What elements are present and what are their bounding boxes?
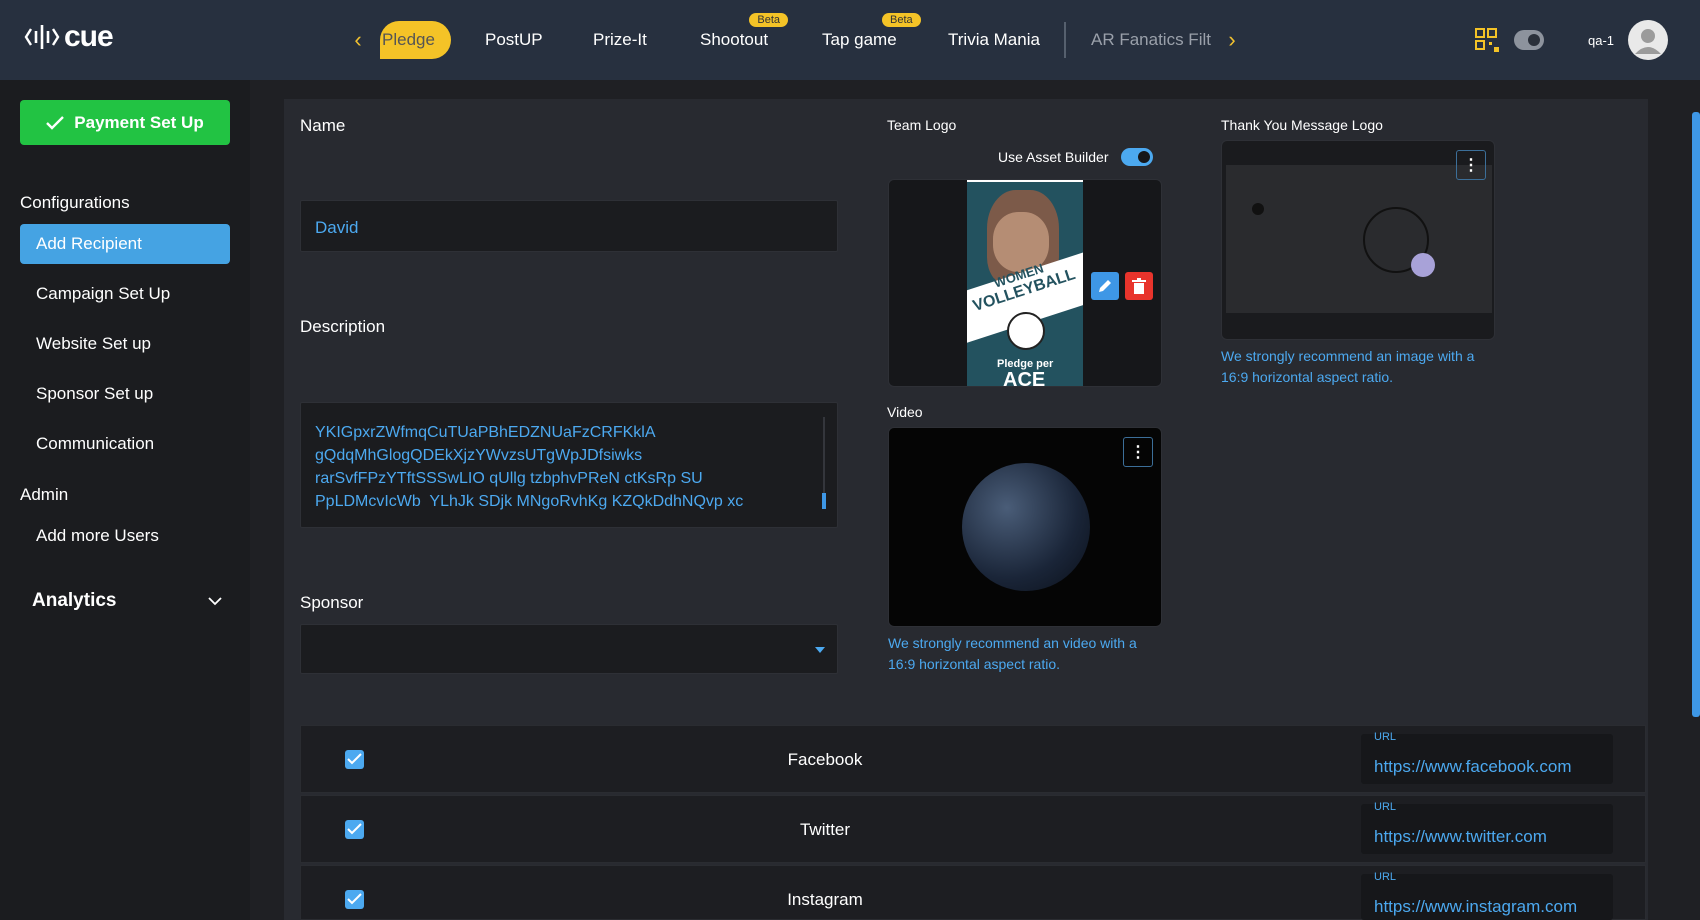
thank-you-logo-card[interactable]: ⋮ (1221, 140, 1495, 340)
page-scrollbar[interactable] (1692, 112, 1700, 717)
description-scrollbar[interactable] (822, 417, 826, 509)
name-input[interactable]: David (300, 200, 838, 252)
sidebar-item-label: Add more Users (36, 526, 159, 545)
asset-builder-toggle[interactable] (1121, 148, 1153, 166)
edit-logo-button[interactable] (1091, 272, 1119, 300)
tab-tap-game[interactable]: Tap game Beta (822, 13, 921, 59)
payment-setup-label: Payment Set Up (74, 112, 204, 132)
thank-you-logo-image (1226, 165, 1492, 313)
social-name: Twitter (799, 820, 851, 839)
tab-divider (1064, 22, 1066, 58)
sidebar-item-campaign-setup[interactable]: Campaign Set Up (20, 274, 230, 314)
description-value: YKIGpxrZWfmqCuTUaPBhEDZNUaFzCRFKklA gQdq… (315, 424, 744, 510)
top-bar: cue ‹ Pledge PostUP Prize-It Shootout Be… (0, 0, 1700, 80)
video-thumbnail-earth (962, 463, 1090, 591)
sidebar-item-communication[interactable]: Communication (20, 424, 230, 464)
sidebar-item-label: Add Recipient (36, 234, 142, 253)
beta-badge: Beta (882, 13, 921, 27)
video-menu-icon[interactable]: ⋮ (1123, 437, 1153, 467)
tab-pledge[interactable]: Pledge (380, 21, 451, 59)
toggle-knob (1138, 151, 1150, 163)
theme-toggle-icon[interactable] (1514, 30, 1544, 50)
nav-prev-arrow-icon[interactable]: ‹ (346, 26, 370, 54)
admin-heading: Admin (20, 485, 69, 504)
sidebar: Payment Set Up Configurations Add Recipi… (0, 80, 250, 920)
social-name: Facebook (787, 750, 863, 769)
chevron-down-icon (208, 596, 222, 605)
sidebar-item-label: Sponsor Set up (36, 384, 154, 403)
description-textarea[interactable]: YKIGpxrZWfmqCuTUaPBhEDZNUaFzCRFKklA gQdq… (300, 402, 838, 528)
team-logo-card: WOMEN VOLLEYBALL Pledge per ACE (888, 179, 1162, 387)
tab-label: Prize-It (593, 30, 647, 49)
url-label: URL (1374, 801, 1397, 813)
facebook-url-input[interactable]: URL https://www.facebook.com (1361, 731, 1613, 784)
social-row-instagram: Instagram URL https://www.instagram.com (300, 865, 1646, 920)
check-icon (46, 115, 65, 130)
tab-label: AR Fanatics Filt (1091, 30, 1211, 49)
tab-postup[interactable]: PostUP (485, 21, 543, 59)
configurations-heading: Configurations (20, 193, 130, 212)
video-hint: We strongly recommend an video with a 16… (888, 635, 1137, 672)
image-dot (1252, 203, 1264, 215)
tab-label: PostUP (485, 30, 543, 49)
sidebar-item-add-more-users[interactable]: Add more Users (20, 516, 230, 556)
analytics-label: Analytics (32, 590, 117, 611)
social-row-facebook: Facebook URL https://www.facebook.com (300, 725, 1646, 793)
tab-label: Shootout (700, 30, 769, 49)
nav-next-arrow-icon[interactable]: › (1220, 26, 1244, 54)
thank-you-hint: We strongly recommend an image with a 16… (1221, 348, 1475, 385)
tab-ar-fanatics-filter[interactable]: AR Fanatics Filt (1091, 21, 1211, 59)
sidebar-item-label: Communication (36, 434, 155, 453)
payment-setup-button[interactable]: Payment Set Up (20, 100, 230, 145)
trash-icon (1132, 278, 1146, 294)
sidebar-item-website-setup[interactable]: Website Set up (20, 324, 230, 364)
sidebar-item-sponsor-setup[interactable]: Sponsor Set up (20, 374, 230, 414)
sidebar-item-label: Website Set up (36, 334, 151, 353)
beta-badge: Beta (749, 13, 789, 27)
volleyball-icon (1007, 312, 1045, 350)
tab-label: Tap game (822, 30, 897, 49)
user-name: qa-1 (1588, 33, 1615, 48)
tab-prize-it[interactable]: Prize-It (593, 21, 647, 59)
analytics-section-toggle[interactable]: Analytics (32, 590, 222, 612)
description-label: Description (300, 317, 386, 336)
tab-label: Trivia Mania (948, 30, 1040, 49)
asset-builder-label: Use Asset Builder (998, 149, 1109, 165)
name-label: Name (300, 116, 346, 135)
twitter-url-input[interactable]: URL https://www.twitter.com (1361, 801, 1613, 854)
video-label: Video (887, 404, 923, 420)
sponsor-select[interactable] (300, 624, 838, 674)
user-avatar-icon (1635, 29, 1661, 54)
dropdown-caret-icon (815, 647, 825, 653)
tab-trivia-mania[interactable]: Trivia Mania (948, 21, 1040, 59)
social-row-twitter: Twitter URL https://www.twitter.com (300, 795, 1646, 863)
team-logo-image[interactable]: WOMEN VOLLEYBALL Pledge per ACE (967, 180, 1083, 387)
instagram-url-input[interactable]: URL https://www.instagram.com (1361, 871, 1613, 920)
sidebar-item-label: Campaign Set Up (36, 284, 171, 303)
sidebar-item-add-recipient[interactable]: Add Recipient (20, 224, 230, 264)
poster-text: ACE (1003, 369, 1046, 387)
pencil-icon (1099, 280, 1111, 292)
url-label: URL (1374, 731, 1397, 743)
brand-logo[interactable]: cue (24, 20, 114, 54)
social-name: Instagram (787, 890, 863, 909)
url-value: https://www.instagram.com (1374, 897, 1578, 916)
url-value: https://www.twitter.com (1374, 827, 1547, 846)
name-input-value: David (315, 218, 359, 237)
brand-name: cue (64, 20, 114, 53)
url-label: URL (1374, 871, 1397, 883)
cue-logo-icon (24, 25, 60, 49)
thank-you-logo-label: Thank You Message Logo (1221, 117, 1383, 133)
tab-shootout[interactable]: Shootout Beta (700, 13, 789, 59)
video-card[interactable]: ⋮ (888, 427, 1162, 627)
thank-you-menu-icon[interactable]: ⋮ (1456, 150, 1486, 180)
delete-logo-button[interactable] (1125, 272, 1153, 300)
avatar[interactable] (1628, 20, 1668, 60)
tab-label: Pledge (382, 30, 435, 49)
team-logo-label: Team Logo (887, 117, 957, 133)
image-moon (1411, 253, 1435, 277)
url-value: https://www.facebook.com (1374, 757, 1572, 776)
sponsor-label: Sponsor (300, 593, 364, 612)
qr-code-icon[interactable] (1475, 28, 1501, 54)
